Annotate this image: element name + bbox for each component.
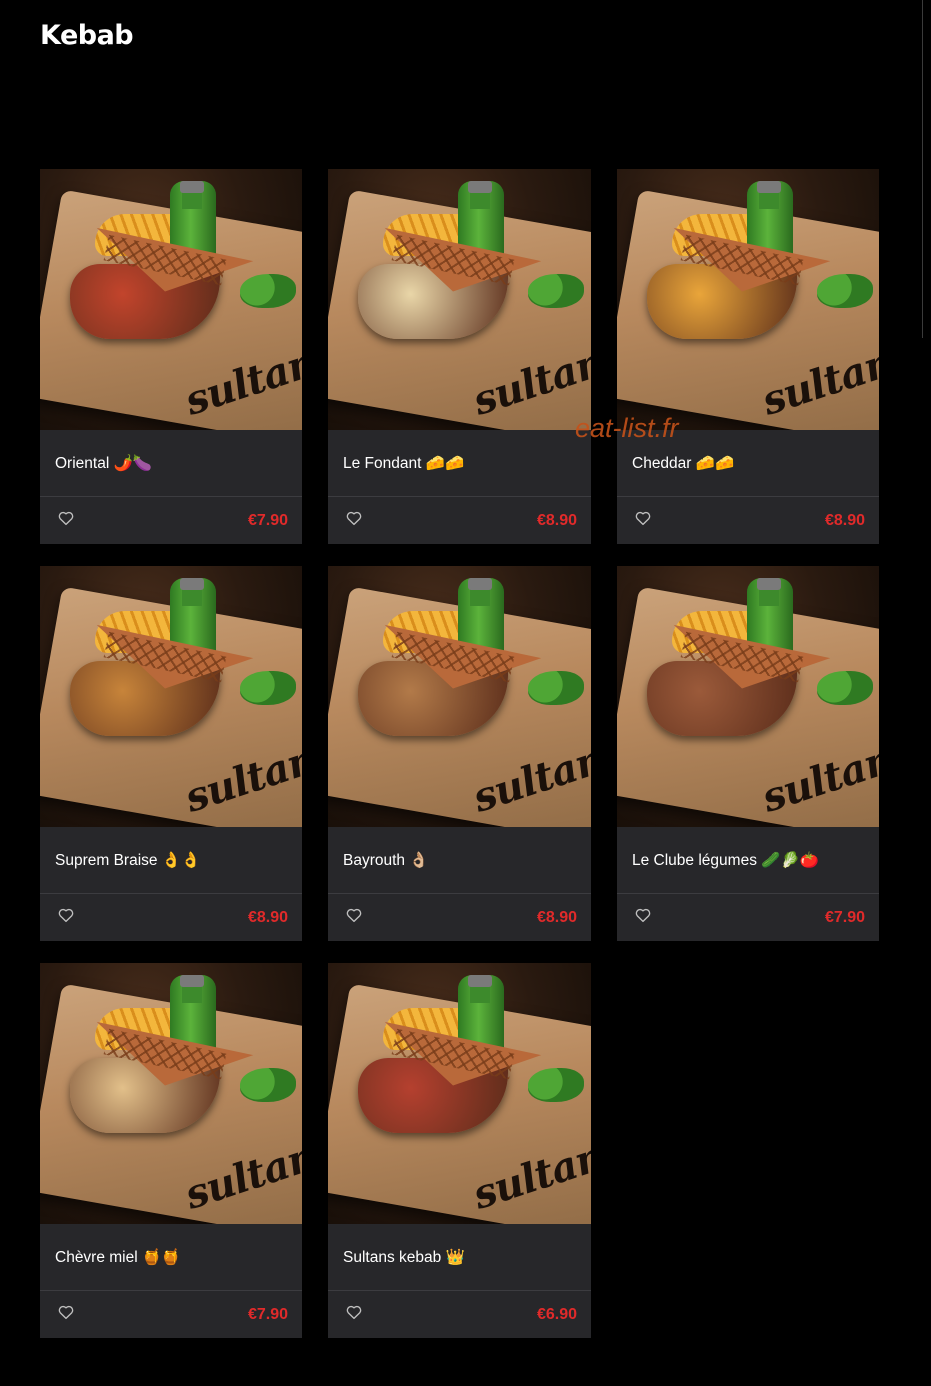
bottle-cap bbox=[468, 578, 492, 590]
product-card[interactable]: sultans Suprem Braise 👌👌 €8.90 bbox=[40, 566, 302, 941]
bottle-neck bbox=[470, 985, 490, 1003]
product-title-row[interactable]: Chèvre miel 🍯🍯 bbox=[40, 1224, 302, 1291]
product-price: €8.90 bbox=[536, 511, 577, 529]
product-card[interactable]: sultans Cheddar 🧀🧀 €8.90 bbox=[617, 169, 879, 544]
product-footer: €8.90 bbox=[40, 894, 302, 941]
scrollbar[interactable] bbox=[922, 0, 931, 338]
product-name[interactable]: Bayrouth 👌🏼 bbox=[343, 851, 429, 870]
product-name[interactable]: Oriental 🌶️🍆 bbox=[55, 454, 152, 473]
bottle-neck bbox=[182, 588, 202, 606]
product-footer: €8.90 bbox=[617, 497, 879, 544]
product-card[interactable]: sultans Oriental 🌶️🍆 €7.90 bbox=[40, 169, 302, 544]
product-name[interactable]: Le Clube légumes 🥒🥬🍅 bbox=[632, 851, 819, 870]
product-card[interactable]: sultans Bayrouth 👌🏼 €8.90 bbox=[328, 566, 591, 941]
product-title-row[interactable]: Oriental 🌶️🍆 bbox=[40, 430, 302, 497]
bottle-cap bbox=[180, 181, 204, 193]
product-image[interactable]: sultans bbox=[328, 963, 591, 1224]
product-name[interactable]: Suprem Braise 👌👌 bbox=[55, 851, 200, 870]
product-title-row[interactable]: Le Fondant 🧀🧀 bbox=[328, 430, 591, 497]
product-image[interactable]: sultans bbox=[328, 169, 591, 430]
product-footer: €8.90 bbox=[328, 894, 591, 941]
product-title-row[interactable]: Suprem Braise 👌👌 bbox=[40, 827, 302, 894]
bottle-neck bbox=[182, 191, 202, 209]
board-logo: sultans bbox=[467, 331, 591, 425]
heart-icon[interactable] bbox=[57, 1303, 75, 1326]
heart-icon[interactable] bbox=[57, 509, 75, 532]
product-card[interactable]: sultans Sultans kebab 👑 €6.90 bbox=[328, 963, 591, 1338]
product-price: €8.90 bbox=[536, 908, 577, 926]
product-title-row[interactable]: Sultans kebab 👑 bbox=[328, 1224, 591, 1291]
product-name[interactable]: Le Fondant 🧀🧀 bbox=[343, 454, 464, 473]
bottle-neck bbox=[759, 191, 779, 209]
product-title-row[interactable]: Le Clube légumes 🥒🥬🍅 bbox=[617, 827, 879, 894]
product-name[interactable]: Cheddar 🧀🧀 bbox=[632, 454, 734, 473]
product-image[interactable]: sultans bbox=[40, 169, 302, 430]
product-card[interactable]: sultans Le Clube légumes 🥒🥬🍅 €7.90 bbox=[617, 566, 879, 941]
product-footer: €7.90 bbox=[617, 894, 879, 941]
heart-icon[interactable] bbox=[634, 509, 652, 532]
board-logo: sultans bbox=[179, 728, 302, 822]
bottle-neck bbox=[470, 588, 490, 606]
bottle-cap bbox=[757, 181, 781, 193]
bottle-cap bbox=[468, 181, 492, 193]
bottle-cap bbox=[180, 578, 204, 590]
product-name[interactable]: Sultans kebab 👑 bbox=[343, 1248, 465, 1267]
product-name[interactable]: Chèvre miel 🍯🍯 bbox=[55, 1248, 181, 1267]
bottle-neck bbox=[759, 588, 779, 606]
heart-icon[interactable] bbox=[345, 1303, 363, 1326]
bottle-cap bbox=[757, 578, 781, 590]
heart-icon[interactable] bbox=[345, 509, 363, 532]
product-card[interactable]: sultans Le Fondant 🧀🧀 €8.90 bbox=[328, 169, 591, 544]
board-logo: sultans bbox=[179, 1125, 302, 1219]
product-price: €6.90 bbox=[536, 1305, 577, 1323]
product-image[interactable]: sultans bbox=[617, 169, 879, 430]
board-logo: sultans bbox=[179, 331, 302, 425]
product-price: €7.90 bbox=[824, 908, 865, 926]
product-grid: sultans Oriental 🌶️🍆 €7.90 sultans Le Fondan… bbox=[40, 169, 879, 1338]
bottle-neck bbox=[182, 985, 202, 1003]
board-logo: sultans bbox=[467, 1125, 591, 1219]
bottle-cap bbox=[468, 975, 492, 987]
product-price: €7.90 bbox=[247, 1305, 288, 1323]
product-price: €7.90 bbox=[247, 511, 288, 529]
board-logo: sultans bbox=[756, 728, 879, 822]
product-title-row[interactable]: Bayrouth 👌🏼 bbox=[328, 827, 591, 894]
product-card[interactable]: sultans Chèvre miel 🍯🍯 €7.90 bbox=[40, 963, 302, 1338]
product-footer: €7.90 bbox=[40, 1291, 302, 1338]
heart-icon[interactable] bbox=[345, 906, 363, 929]
product-image[interactable]: sultans bbox=[328, 566, 591, 827]
page-title: Kebab bbox=[40, 20, 134, 51]
heart-icon[interactable] bbox=[57, 906, 75, 929]
bottle-neck bbox=[470, 191, 490, 209]
board-logo: sultans bbox=[756, 331, 879, 425]
watermark: eat-list.fr bbox=[575, 413, 679, 443]
product-footer: €6.90 bbox=[328, 1291, 591, 1338]
board-logo: sultans bbox=[467, 728, 591, 822]
product-price: €8.90 bbox=[824, 511, 865, 529]
heart-icon[interactable] bbox=[634, 906, 652, 929]
product-image[interactable]: sultans bbox=[617, 566, 879, 827]
product-image[interactable]: sultans bbox=[40, 963, 302, 1224]
product-footer: €7.90 bbox=[40, 497, 302, 544]
product-price: €8.90 bbox=[247, 908, 288, 926]
product-image[interactable]: sultans bbox=[40, 566, 302, 827]
product-footer: €8.90 bbox=[328, 497, 591, 544]
bottle-cap bbox=[180, 975, 204, 987]
